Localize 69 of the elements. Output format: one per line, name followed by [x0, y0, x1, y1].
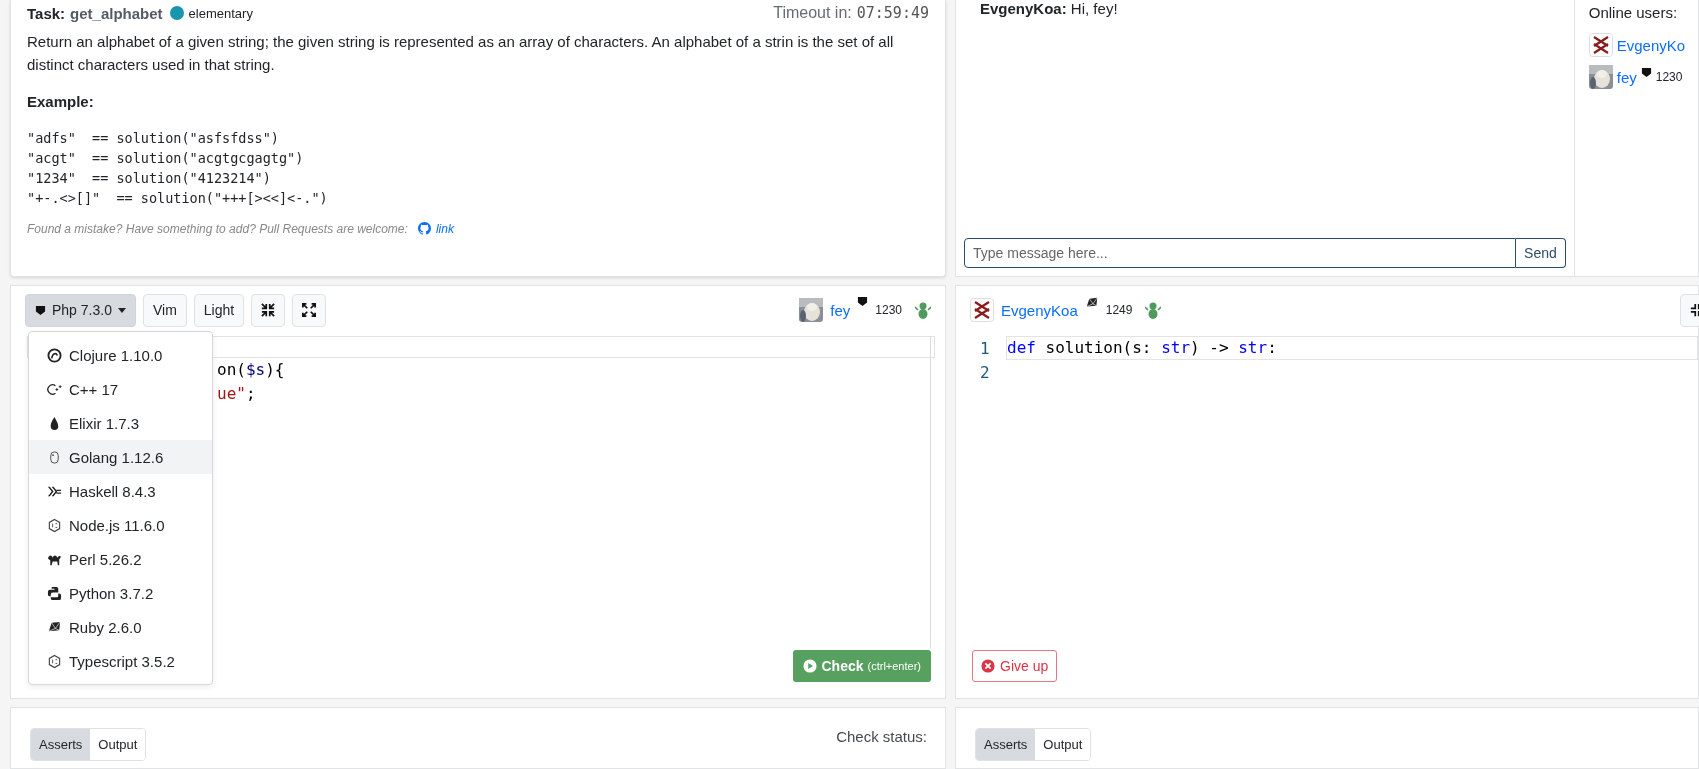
- player-name-link[interactable]: EvgenyKoa: [1001, 301, 1078, 319]
- expand-icon: [302, 303, 317, 317]
- language-option[interactable]: Haskell 8.4.3: [29, 474, 212, 508]
- language-option[interactable]: Python 3.7.2: [29, 576, 212, 610]
- editor-mode-button[interactable]: Vim: [142, 293, 187, 327]
- player-rating: 1230: [875, 303, 902, 317]
- player-name-link[interactable]: fey: [830, 301, 851, 319]
- compress-icon: [261, 303, 276, 317]
- expand-button[interactable]: [292, 293, 327, 327]
- language-option[interactable]: Typescript 3.5.2: [29, 644, 212, 678]
- shield-icon: [1640, 67, 1652, 78]
- language-option[interactable]: Ruby 2.6.0: [29, 610, 212, 644]
- message-input[interactable]: Type message here...: [964, 238, 1517, 268]
- example-line: "1234" == solution("4123214"): [27, 168, 272, 188]
- task-level: elementary: [188, 5, 253, 21]
- interlocked-squares-icon: [47, 585, 62, 601]
- shield-icon: [35, 304, 46, 316]
- language-option[interactable]: Clojure 1.10.0: [29, 338, 212, 372]
- gopher-icon: [47, 449, 62, 465]
- timeout-value: 07:59:49: [856, 4, 929, 22]
- github-icon: [417, 222, 431, 235]
- output-tab[interactable]: Asserts: [31, 729, 91, 760]
- zigzag-avatar-icon: [1588, 33, 1613, 57]
- give-up-button[interactable]: Give up: [972, 650, 1058, 682]
- code-line: ue";: [217, 383, 256, 405]
- figure-icon: [915, 301, 931, 319]
- output-tab[interactable]: Asserts: [976, 729, 1036, 760]
- hexagon-icon: [47, 517, 62, 533]
- send-button[interactable]: Send: [1516, 238, 1566, 268]
- language-dropdown[interactable]: Php 7.3.0: [25, 293, 136, 327]
- editor-mode-button[interactable]: Light: [193, 293, 245, 327]
- level-dot: [169, 6, 184, 20]
- circle-logo-icon: [47, 347, 62, 363]
- zigzag-avatar-icon: [970, 298, 994, 322]
- task-name: get_alphabet: [70, 4, 163, 22]
- gem-icon: [47, 619, 62, 635]
- github-link[interactable]: link: [417, 221, 454, 236]
- example-line: "adfs" == solution("asfsfdss"): [27, 128, 280, 148]
- contribution-note: Found a mistake? Have something to add? Pull Requests are welcome:: [27, 221, 408, 236]
- task-label: Task:: [27, 4, 66, 22]
- line-number: 2: [979, 362, 991, 382]
- example-line: "+-.<>[]" == solution("+++[><<]<-."): [27, 188, 329, 208]
- online-users-title: Online users:: [1588, 4, 1679, 21]
- shield-icon: [857, 296, 869, 307]
- language-option[interactable]: Perl 5.26.2: [29, 542, 212, 576]
- language-option[interactable]: Node.js 11.6.0: [29, 508, 212, 542]
- player-rating: 1249: [1105, 303, 1133, 317]
- play-icon: [803, 659, 818, 673]
- user-rating: 1230: [1655, 70, 1683, 84]
- user-name-link[interactable]: EvgenyKo: [1616, 36, 1686, 54]
- code-line: on($s){: [217, 359, 285, 381]
- check-status: Check status:: [836, 728, 927, 745]
- chat-message: EvgenyKoa: Hi, fey!: [980, 0, 1119, 18]
- caret-icon: [117, 307, 126, 313]
- close-circle-icon: [981, 659, 995, 673]
- language-option[interactable]: Elixir 1.7.3: [29, 406, 212, 440]
- compress-button[interactable]: [251, 293, 286, 327]
- task-description: Return an alphabet of a given string; the given string is represented as an array of characters. An alphabet of a strin is the set of all distinct characters used in that string.: [27, 32, 895, 76]
- timeout-label: Timeout in:: [773, 4, 852, 22]
- arc-plus-icon: [47, 381, 62, 397]
- figure-icon: [1145, 301, 1162, 319]
- hexagon-icon: [47, 653, 62, 669]
- gem-icon: [1084, 296, 1099, 310]
- user-name-link[interactable]: fey: [1616, 68, 1637, 86]
- language-option[interactable]: Golang 1.12.6: [29, 440, 212, 474]
- example-heading: Example:: [27, 92, 95, 110]
- example-line: "acgt" == solution("acgtgcgagtg"): [27, 148, 305, 168]
- line-number: 1: [979, 338, 991, 358]
- language-option[interactable]: C++ 17: [29, 372, 212, 406]
